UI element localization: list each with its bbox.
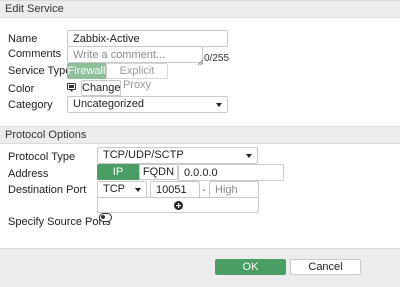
protocol-type-select-value: TCP/UDP/SCTP (103, 149, 184, 161)
name-input[interactable] (67, 30, 228, 47)
color-change-button[interactable]: Change (81, 80, 121, 96)
port-protocol-select[interactable]: TCP (97, 181, 147, 198)
service-type-firewall-option[interactable]: Firewall (67, 63, 106, 79)
protocol-options-title: Protocol Options (5, 129, 87, 141)
chevron-down-icon (216, 103, 222, 107)
specify-source-ports-label: Specify Source Ports (8, 216, 111, 228)
specify-source-ports-toggle[interactable] (99, 213, 112, 222)
port-protocol-select-value: TCP (103, 183, 125, 195)
protocol-type-label: Protocol Type (8, 151, 76, 163)
chevron-down-icon (246, 154, 252, 158)
category-select-value: Uncategorized (73, 98, 144, 110)
port-high-input[interactable] (209, 181, 259, 198)
toggle-knob-icon (101, 215, 105, 219)
color-swatch-icon (67, 83, 76, 92)
add-port-button[interactable] (97, 197, 259, 213)
category-label: Category (8, 99, 53, 111)
address-label: Address (8, 168, 49, 180)
destination-port-label: Destination Port (8, 184, 87, 196)
protocol-type-select[interactable]: TCP/UDP/SCTP (97, 147, 258, 164)
dialog-header: Edit Service (0, 0, 400, 18)
color-label: Color (8, 83, 35, 95)
address-ip-range-option[interactable]: IP Range (97, 164, 139, 194)
address-fqdn-option[interactable]: FQDN (139, 164, 178, 180)
comments-counter: 0/255 (204, 53, 230, 64)
address-input[interactable] (178, 164, 284, 181)
cancel-button[interactable]: Cancel (290, 259, 361, 275)
port-range-separator: - (202, 184, 206, 196)
category-select[interactable]: Uncategorized (67, 96, 228, 113)
dialog-title: Edit Service (5, 3, 64, 15)
port-low-input[interactable] (150, 181, 200, 198)
comments-input[interactable] (67, 46, 203, 63)
service-type-explicit-proxy-option[interactable]: Explicit Proxy (106, 63, 168, 91)
ok-button[interactable]: OK (215, 259, 286, 275)
service-type-label: Service Type (8, 65, 72, 77)
name-label: Name (8, 33, 38, 45)
dialog-footer: OK Cancel (0, 248, 400, 287)
comments-label: Comments (8, 48, 62, 60)
plus-circle-icon (174, 200, 183, 210)
resize-handle-icon[interactable] (197, 56, 204, 66)
chevron-down-icon (135, 188, 141, 192)
protocol-options-header: Protocol Options (0, 126, 400, 144)
